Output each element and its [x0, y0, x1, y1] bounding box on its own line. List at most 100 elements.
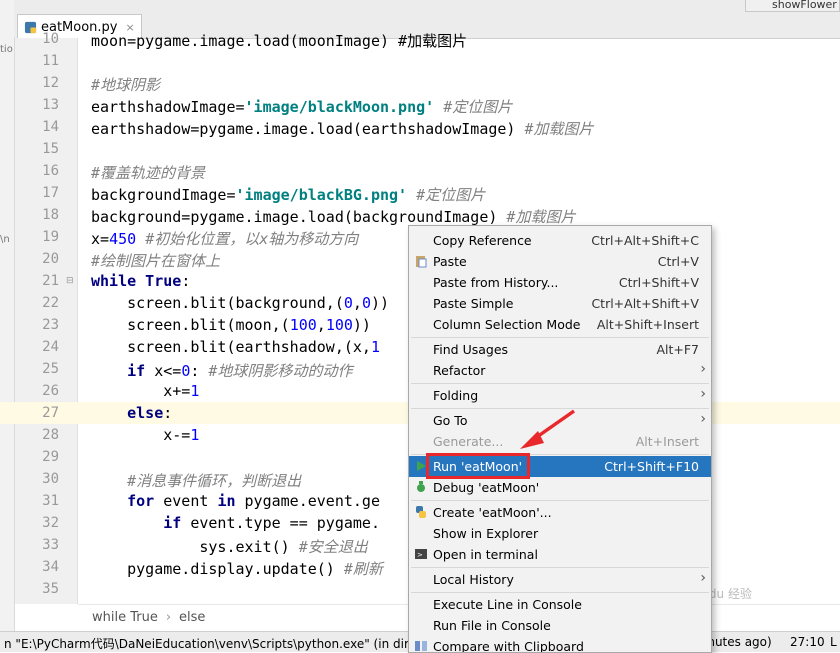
- menu-item-shortcut: Alt+Insert: [635, 434, 699, 449]
- menu-item-label: Generate...: [433, 434, 504, 449]
- menu-item-refactor[interactable]: Refactor ›: [409, 360, 711, 381]
- menu-item-paste-simple[interactable]: Paste Simple Ctrl+Alt+Shift+V: [409, 293, 711, 314]
- code-line[interactable]: 15: [0, 138, 840, 160]
- code-text: moon=pygame.image.load(moonImage) #加载图片: [91, 32, 468, 50]
- menu-separator: [411, 567, 709, 568]
- menu-item-label: Paste: [433, 254, 467, 269]
- breadcrumb-separator: ›: [165, 610, 172, 625]
- code-line[interactable]: 10 moon=pygame.image.load(moonImage) #加载图…: [0, 28, 840, 50]
- code-line[interactable]: 17 backgroundImage='image/blackBG.png' #定…: [0, 182, 840, 204]
- code-text: screen.blit(earthshadow,(x,1: [91, 338, 380, 356]
- menu-item-shortcut: Ctrl+Shift+V: [618, 275, 699, 290]
- line-separator[interactable]: L: [830, 635, 837, 649]
- code-text: background=pygame.image.load(backgroundI…: [91, 208, 576, 226]
- menu-item-local-history[interactable]: Local History ›: [409, 569, 711, 590]
- line-number: 16: [42, 163, 59, 179]
- menu-item-run-file-in-console[interactable]: Run File in Console: [409, 615, 711, 636]
- menu-item-copy-reference[interactable]: Copy Reference Ctrl+Alt+Shift+C: [409, 230, 711, 251]
- menu-item-label: Run File in Console: [433, 618, 551, 633]
- code-text: earthshadowImage='image/blackMoon.png' #…: [91, 98, 513, 116]
- menu-item-debug-eatmoon[interactable]: Debug 'eatMoon': [409, 477, 711, 498]
- line-number: 22: [42, 295, 59, 311]
- line-number: 21: [42, 273, 59, 289]
- menu-item-paste-from-history[interactable]: Paste from History... Ctrl+Shift+V: [409, 272, 711, 293]
- status-time: inutes ago): [704, 635, 772, 649]
- menu-item-label: Paste from History...: [433, 275, 559, 290]
- code-text: screen.blit(moon,(100,100)): [91, 316, 371, 334]
- code-text: x+=1: [91, 382, 200, 400]
- line-number: 26: [42, 383, 59, 399]
- code-text: backgroundImage='image/blackBG.png' #定位图…: [91, 186, 486, 204]
- line-number: 31: [42, 493, 59, 509]
- breadcrumb-item[interactable]: else: [179, 610, 205, 625]
- menu-item-label: Column Selection Mode: [433, 317, 581, 332]
- menu-item-label: Create 'eatMoon'...: [433, 505, 552, 520]
- chevron-right-icon: ›: [700, 570, 706, 586]
- fold-icon[interactable]: ⊟: [66, 276, 74, 286]
- menu-item-label: Copy Reference: [433, 233, 532, 248]
- code-text: for event in pygame.event.ge: [127, 492, 380, 510]
- menu-item-shortcut: Ctrl+V: [657, 254, 699, 269]
- code-text: earthshadow=pygame.image.load(earthshado…: [91, 120, 594, 138]
- annotation-arrow: [520, 409, 576, 449]
- code-line[interactable]: 16 #覆盖轨迹的背景: [0, 160, 840, 182]
- menu-item-label: Open in terminal: [433, 547, 538, 562]
- menu-item-shortcut: Alt+Shift+Insert: [596, 317, 699, 332]
- menu-separator: [411, 383, 709, 384]
- menu-item-column-selection-mode[interactable]: Column Selection Mode Alt+Shift+Insert: [409, 314, 711, 335]
- code-line[interactable]: 14 earthshadow=pygame.image.load(earthsha…: [0, 116, 840, 138]
- caret-position[interactable]: 27:10: [790, 635, 825, 649]
- code-line[interactable]: 18 background=pygame.image.load(backgroun…: [0, 204, 840, 226]
- line-number: 12: [42, 75, 59, 91]
- code-text: x-=1: [91, 426, 200, 444]
- code-line[interactable]: 11: [0, 50, 840, 72]
- code-text: while True:: [91, 272, 191, 290]
- menu-item-shortcut: Alt+F7: [656, 342, 699, 357]
- paste-icon: [416, 256, 427, 268]
- menu-item-shortcut: Ctrl+Shift+F10: [604, 459, 699, 474]
- menu-separator: [411, 592, 709, 593]
- menu-item-label: Find Usages: [433, 342, 509, 357]
- line-number: 34: [42, 559, 59, 575]
- line-number: 15: [42, 141, 59, 157]
- code-text: x=450 #初始化位置，以x轴为移动方向: [91, 230, 359, 248]
- terminal-icon: >: [415, 549, 427, 559]
- menu-item-show-in-explorer[interactable]: Show in Explorer: [409, 523, 711, 544]
- chevron-right-icon: ›: [700, 361, 706, 377]
- line-number: 17: [42, 185, 59, 201]
- menu-item-create-eatmoon[interactable]: Create 'eatMoon'...: [409, 502, 711, 523]
- line-number: 19: [42, 229, 59, 245]
- menu-item-find-usages[interactable]: Find Usages Alt+F7: [409, 339, 711, 360]
- menu-item-open-in-terminal[interactable]: > Open in terminal: [409, 544, 711, 565]
- code-text: screen.blit(background,(0,0)): [91, 294, 390, 312]
- code-line[interactable]: 12 #地球阴影: [0, 72, 840, 94]
- debug-icon: [417, 481, 425, 492]
- code-text: sys.exit() #安全退出: [91, 538, 368, 556]
- menu-item-paste[interactable]: Paste Ctrl+V: [409, 251, 711, 272]
- line-number: 28: [42, 427, 59, 443]
- menu-item-shortcut: Ctrl+Alt+Shift+V: [591, 296, 699, 311]
- menu-item-execute-line-in-console[interactable]: Execute Line in Console: [409, 594, 711, 615]
- menu-item-label: Show in Explorer: [433, 526, 539, 541]
- line-number: 11: [42, 53, 59, 69]
- line-number: 33: [42, 537, 59, 553]
- line-number: 23: [42, 317, 59, 333]
- line-number: 10: [42, 31, 59, 47]
- menu-item-label: Folding: [433, 388, 479, 403]
- menu-item-folding[interactable]: Folding ›: [409, 385, 711, 406]
- code-line[interactable]: 13 earthshadowImage='image/blackMoon.png'…: [0, 94, 840, 116]
- code-text: #绘制图片在窗体上: [91, 252, 221, 270]
- line-number: 29: [42, 449, 59, 465]
- line-number: 30: [42, 471, 59, 487]
- chevron-right-icon: ›: [700, 411, 706, 427]
- chevron-right-icon: ›: [700, 386, 706, 402]
- line-number: 14: [42, 119, 59, 135]
- menu-separator: [411, 500, 709, 501]
- line-number: 32: [42, 515, 59, 531]
- menu-item-compare-with-clipboard[interactable]: Compare with Clipboard: [409, 636, 711, 652]
- code-text: #消息事件循环，判断退出: [127, 472, 302, 490]
- line-number: 20: [42, 251, 59, 267]
- svg-text:>: >: [417, 551, 423, 559]
- menu-item-label: Execute Line in Console: [433, 597, 582, 612]
- breadcrumb-item[interactable]: while True: [92, 610, 158, 625]
